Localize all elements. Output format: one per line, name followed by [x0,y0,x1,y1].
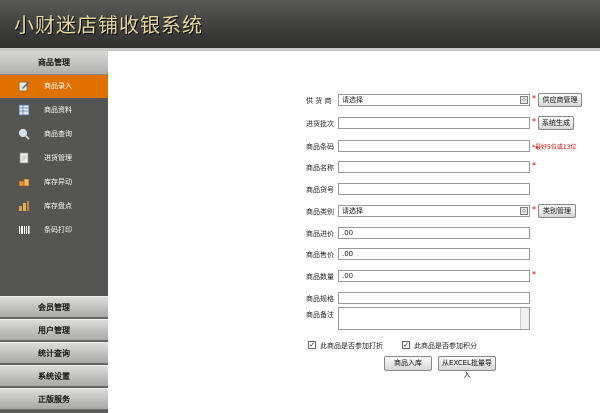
sidebar-item-label: 进货管理 [44,154,72,162]
sidebar-item-label: 条码打印 [44,226,72,234]
pencil-icon [18,81,29,92]
spec-input[interactable] [338,292,530,304]
sidebar-item-purchase-management[interactable]: 进货管理 [0,147,108,170]
sku-label: 商品货号 [306,186,334,194]
quantity-label: 商品数量 [306,273,334,281]
sidebar-item-stocktaking[interactable]: 库存盘点 [0,195,108,218]
batch-input[interactable] [338,117,530,129]
sidebar-item-product-data[interactable]: 商品资料 [0,99,108,122]
barcode-input[interactable] [338,140,530,152]
discount-checkbox-label: 此商品是否参加打折 [320,342,383,350]
batch-label: 进货批次 [306,120,334,128]
sale-price-label: 商品售价 [306,251,334,259]
category-management-button[interactable]: 类别管理 [538,204,576,218]
sidebar-group-member-management[interactable]: 会员管理 [0,296,108,318]
supplier-management-button[interactable]: 供应商管理 [538,93,582,107]
title-bar: 小财迷店铺收银系统 [0,0,600,50]
category-select-value: 请选择 [342,207,363,215]
points-checkbox-label: 此商品是否参加积分 [414,342,477,350]
sidebar-item-product-query[interactable]: 商品查询 [0,123,108,146]
product-entry-form: 供 货 商 请选择 ◇ * 供应商管理 进货批次 * 系统生成 商品条码 *最好… [108,51,600,413]
sidebar-item-inventory-change[interactable]: 库存异动 [0,171,108,194]
quantity-required-mark: * [532,270,536,279]
sidebar-group-statistics-query[interactable]: 统计查询 [0,342,108,364]
note-scrollbar[interactable] [520,308,529,329]
sidebar-submenu: 商品录入 商品资料 商品查询 进货管理 库存异动 库存盘点 条码打印 [0,75,108,297]
sidebar-group-system-settings[interactable]: 系统设置 [0,365,108,387]
system-generate-button[interactable]: 系统生成 [538,116,574,130]
sidebar-item-barcode-print[interactable]: 条码打印 [0,219,108,242]
product-name-required-mark: * [532,161,536,170]
chart-icon [19,201,29,211]
note-label: 商品备注 [306,311,334,319]
supplier-label: 供 货 商 [306,97,332,105]
note-textarea[interactable] [338,307,530,330]
clipboard-icon [19,152,29,164]
sidebar-item-label: 商品录入 [44,82,72,90]
sidebar-item-label: 库存盘点 [44,202,72,210]
barcode-icon [19,226,30,234]
barcode-hint: *最好5位或13位 [532,144,577,151]
product-name-input[interactable] [338,161,530,173]
supplier-select[interactable]: 请选择 ◇ [338,94,530,106]
chevron-down-icon[interactable]: ◇ [520,207,528,215]
points-checkbox[interactable]: ✓ [402,341,410,349]
sidebar: 商品管理 商品录入 商品资料 商品查询 进货管理 库存异动 库存盘点 条码打印 [0,51,108,413]
chevron-down-icon[interactable]: ◇ [520,96,528,104]
category-select[interactable]: 请选择 ◇ [338,205,530,217]
quantity-input[interactable]: .00 [338,270,530,282]
sidebar-group-user-management[interactable]: 用户管理 [0,319,108,341]
sku-input[interactable] [338,183,530,195]
supplier-required-mark: * [532,94,536,103]
cost-price-input[interactable]: .00 [338,227,530,239]
spec-label: 商品规格 [306,295,334,303]
barcode-label: 商品条码 [306,143,334,151]
sidebar-header-product-management[interactable]: 商品管理 [0,51,108,75]
app-title: 小财迷店铺收银系统 [14,13,203,37]
table-icon [18,104,30,116]
excel-import-button[interactable]: 从EXCEL批量导入 [438,356,496,379]
batch-required-mark: * [532,117,536,126]
category-required-mark: * [532,205,536,214]
sidebar-item-label: 商品查询 [44,130,72,138]
supplier-select-value: 请选择 [342,96,363,104]
sidebar-item-product-entry[interactable]: 商品录入 [0,75,108,98]
sidebar-item-label: 商品资料 [44,106,72,114]
magnifier-icon [18,128,30,140]
cost-price-label: 商品进价 [306,230,334,238]
sidebar-item-label: 库存异动 [44,178,72,186]
sidebar-group-genuine-service[interactable]: 正版服务 [0,388,108,410]
discount-checkbox[interactable]: ✓ [308,341,316,349]
boxes-icon [18,178,30,187]
sale-price-input[interactable]: .00 [338,248,530,260]
category-label: 商品类别 [306,208,334,216]
product-name-label: 商品名称 [306,164,334,172]
stock-in-button[interactable]: 商品入库 [384,356,432,371]
